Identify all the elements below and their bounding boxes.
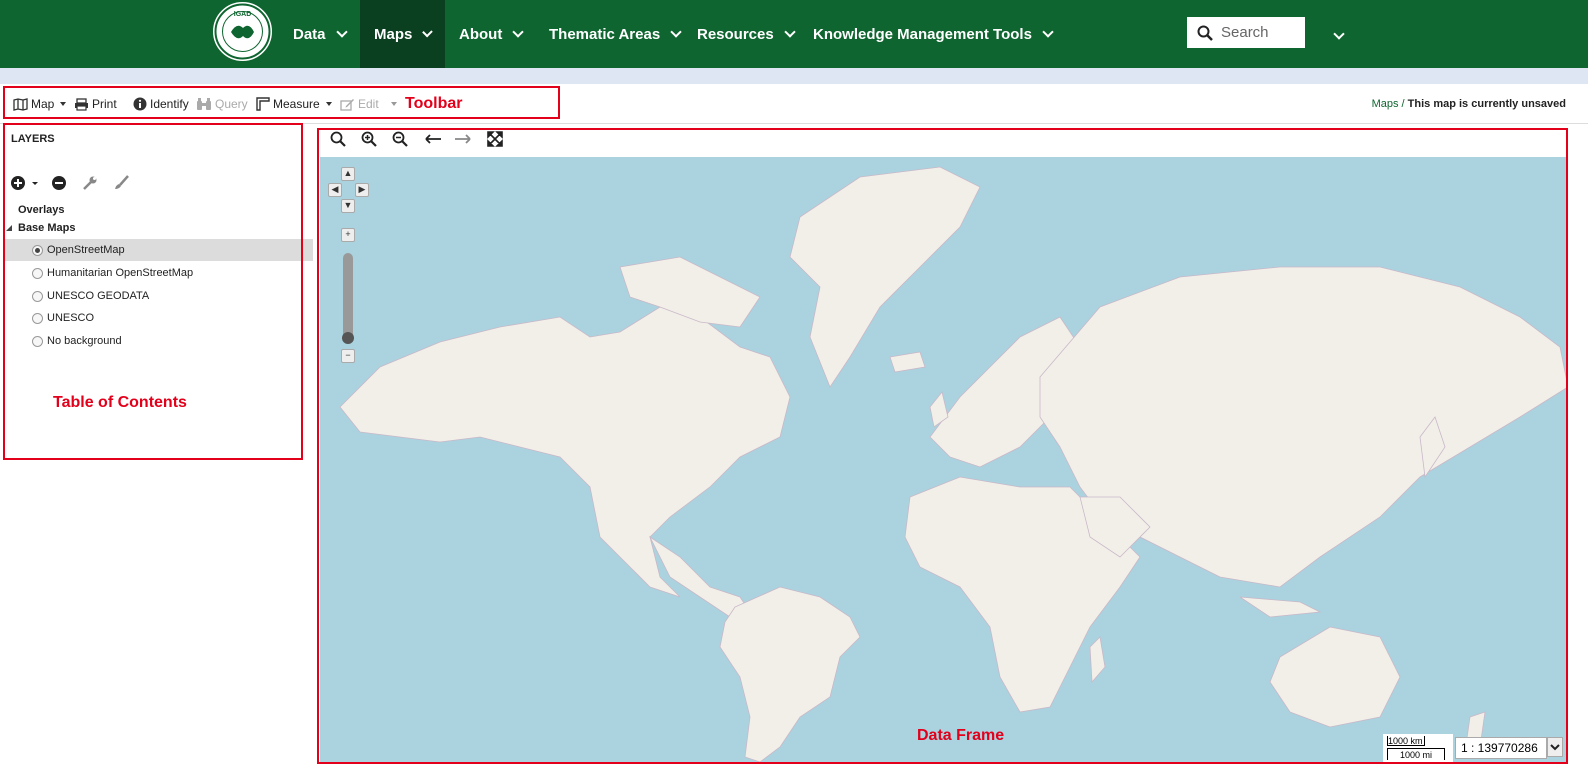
chevron-down-icon	[1042, 25, 1054, 38]
nav-data-label: Data	[293, 25, 326, 43]
search-icon	[1197, 25, 1213, 41]
nav-about-label: About	[459, 25, 503, 43]
search-box[interactable]	[1187, 17, 1305, 48]
nav-kmt-label: Knowledge Management Tools	[813, 25, 1032, 43]
chevron-down-icon	[512, 25, 524, 38]
nav-maps[interactable]: Maps	[360, 0, 445, 68]
igad-logo[interactable]: IGAD	[211, 0, 274, 63]
data-frame-annotation-box	[317, 128, 1568, 764]
nav-maps-label: Maps	[374, 25, 413, 43]
breadcrumb-separator: /	[1398, 98, 1408, 110]
chevron-down-icon	[784, 25, 796, 38]
breadcrumb: Maps / This map is currently unsaved	[1372, 98, 1566, 110]
toolbar-annotation-box	[3, 86, 560, 119]
nav-more-dropdown[interactable]	[1333, 25, 1355, 41]
nav-thematic-areas[interactable]: Thematic Areas	[535, 0, 694, 68]
nav-data[interactable]: Data	[279, 0, 360, 68]
top-nav-bar: IGAD Data Maps About Thematic Areas Reso…	[0, 0, 1588, 68]
nav-knowledge-management-tools[interactable]: Knowledge Management Tools	[799, 0, 1066, 68]
nav-thematic-areas-label: Thematic Areas	[549, 25, 661, 43]
nav-resources-label: Resources	[697, 25, 774, 43]
search-input[interactable]	[1221, 24, 1301, 41]
map-save-status: This map is currently unsaved	[1407, 98, 1566, 110]
svg-text:IGAD: IGAD	[234, 11, 252, 18]
chevron-down-icon	[335, 25, 348, 38]
nav-resources[interactable]: Resources	[683, 0, 808, 68]
chevron-down-icon	[422, 26, 433, 37]
chevron-down-icon	[1333, 28, 1345, 40]
toc-annotation-label: Table of Contents	[53, 394, 187, 411]
nav-about[interactable]: About	[445, 0, 536, 68]
chevron-down-icon	[670, 25, 682, 38]
data-frame-annotation-label: Data Frame	[917, 727, 1005, 744]
sub-header-strip	[0, 68, 1588, 84]
toolbar-annotation-label: Toolbar	[405, 95, 463, 112]
breadcrumb-maps-link[interactable]: Maps	[1372, 98, 1399, 110]
